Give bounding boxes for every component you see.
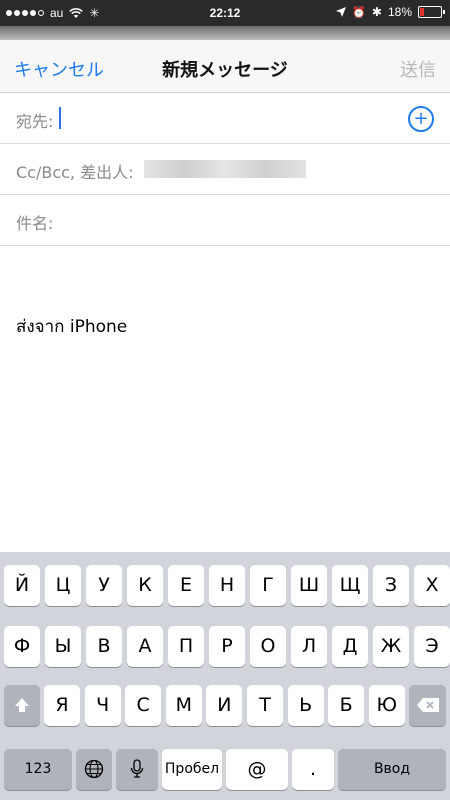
letter-key[interactable]: С: [125, 685, 162, 726]
letter-key[interactable]: М: [165, 685, 202, 726]
letter-key[interactable]: Б: [328, 685, 365, 726]
cc-bcc-label: Cc/Bcc, 差出人:: [16, 163, 134, 182]
letter-key[interactable]: Е: [168, 565, 204, 606]
bluetooth-icon: ✱: [371, 5, 382, 19]
letter-key[interactable]: Н: [209, 565, 245, 606]
letter-key[interactable]: В: [86, 626, 122, 667]
backspace-icon: [416, 698, 439, 712]
letter-key[interactable]: Ы: [45, 626, 81, 667]
letter-key[interactable]: Э: [414, 626, 450, 667]
alarm-icon: ⏰: [352, 6, 366, 19]
location-arrow-icon: [336, 7, 347, 17]
letter-key[interactable]: Х: [414, 565, 450, 606]
sheet-background-shade: [0, 26, 450, 40]
subject-field[interactable]: 件名:: [0, 195, 450, 246]
letter-key[interactable]: Т: [247, 685, 283, 726]
letter-key[interactable]: Ю: [368, 685, 405, 726]
space-key[interactable]: Пробел: [162, 749, 222, 790]
cc-bcc-field[interactable]: Cc/Bcc, 差出人:: [0, 144, 450, 195]
letter-key[interactable]: У: [86, 565, 122, 606]
shift-arrow-icon: [15, 698, 29, 712]
battery-percent: 18%: [387, 5, 412, 19]
page-title: 新規メッセージ: [162, 60, 288, 81]
redacted-sender: [144, 160, 306, 178]
letter-key[interactable]: Ц: [45, 565, 81, 606]
return-key[interactable]: Ввод: [338, 749, 446, 790]
add-contact-button[interactable]: +: [408, 106, 434, 132]
letter-key[interactable]: Л: [291, 626, 327, 667]
letter-key[interactable]: Щ: [332, 565, 368, 606]
letter-key[interactable]: Й: [4, 565, 40, 606]
status-right: ⏰ ✱ 18%: [336, 5, 445, 19]
subject-label: 件名:: [16, 214, 54, 233]
dot-key[interactable]: .: [292, 749, 334, 790]
compose-header: キャンセル 新規メッセージ 送信: [0, 40, 450, 93]
delete-key[interactable]: [409, 685, 446, 726]
battery-level-fill: [420, 8, 424, 16]
letter-key[interactable]: К: [127, 565, 163, 606]
letter-key[interactable]: П: [168, 626, 204, 667]
to-label: 宛先:: [16, 112, 54, 131]
status-bar: au ✳ 22:12 ⏰ ✱ 18%: [0, 0, 450, 26]
letter-key[interactable]: А: [127, 626, 163, 667]
letter-key[interactable]: Ш: [291, 565, 327, 606]
globe-icon: [84, 759, 104, 779]
letter-key[interactable]: Ь: [287, 685, 324, 726]
send-button[interactable]: 送信: [400, 56, 436, 82]
to-field[interactable]: 宛先: +: [0, 93, 450, 144]
globe-key[interactable]: [76, 749, 112, 790]
letter-key[interactable]: Д: [332, 626, 368, 667]
letter-key[interactable]: И: [206, 685, 243, 726]
letter-key[interactable]: О: [250, 626, 286, 667]
at-key[interactable]: @: [226, 749, 288, 790]
text-cursor: [59, 107, 61, 129]
shift-key[interactable]: [4, 685, 40, 726]
letter-key[interactable]: Я: [44, 685, 80, 726]
letter-key[interactable]: Г: [250, 565, 286, 606]
letter-key[interactable]: Ч: [84, 685, 121, 726]
letter-key[interactable]: Р: [209, 626, 245, 667]
dictation-key[interactable]: [116, 749, 158, 790]
letter-key[interactable]: Ж: [373, 626, 409, 667]
letter-key[interactable]: Ф: [4, 626, 40, 667]
numbers-key[interactable]: 123: [4, 749, 72, 790]
battery-icon: [418, 6, 445, 18]
letter-key[interactable]: З: [373, 565, 409, 606]
keyboard: 123 Пробел @ . Ввод ЙЦУКЕНГШЩЗХ ФЫВАПРОЛД…: [0, 552, 450, 800]
message-body-signature[interactable]: ส่งจาก iPhone: [16, 313, 127, 340]
microphone-icon: [130, 759, 144, 778]
